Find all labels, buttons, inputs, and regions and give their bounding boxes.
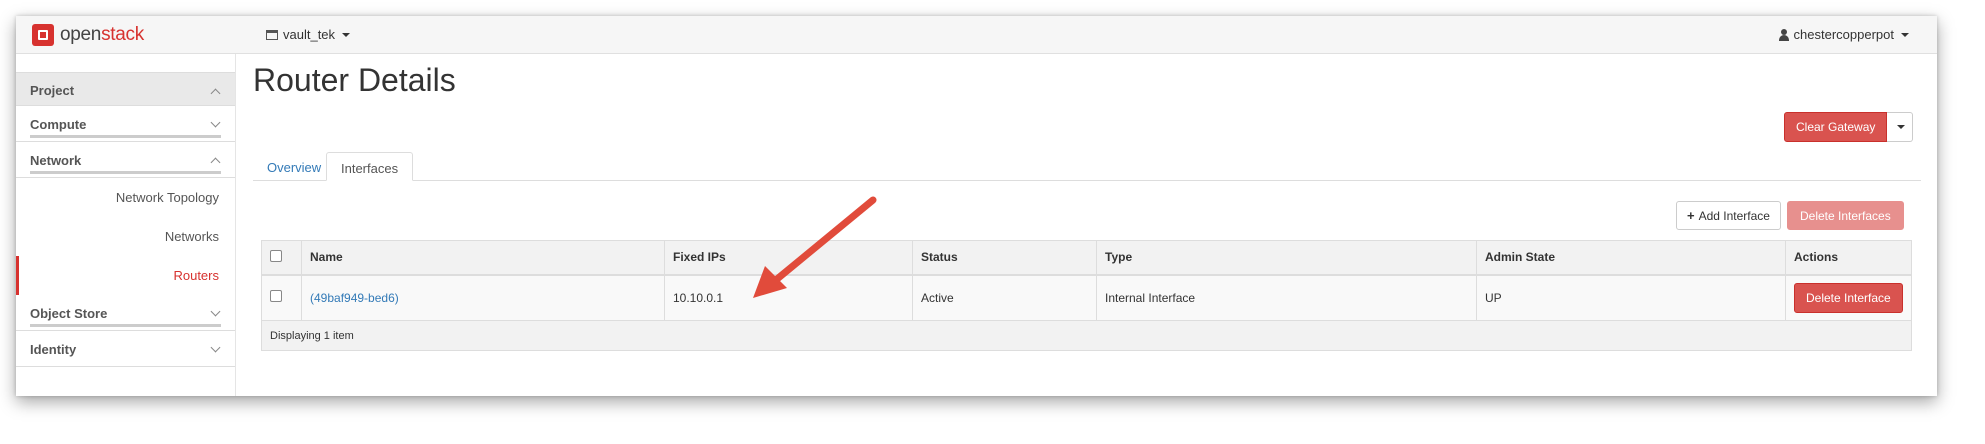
table-header-row: Name Fixed IPs Status Type Admin State A… [261, 240, 1912, 276]
cell-name: (49baf949-bed6) [301, 274, 665, 321]
cell-admin-state: UP [1476, 274, 1786, 321]
delete-interfaces-button[interactable]: Delete Interfaces [1787, 201, 1904, 230]
table-row: (49baf949-bed6) 10.10.0.1 Active Interna… [261, 274, 1912, 321]
user-icon [1778, 28, 1789, 41]
interface-name-link[interactable]: (49baf949-bed6) [310, 291, 399, 305]
select-all-checkbox[interactable] [270, 249, 282, 262]
cell-status: Active [912, 274, 1097, 321]
table-footer: Displaying 1 item [261, 320, 1912, 351]
sidebar-panel-network[interactable]: Network [16, 142, 235, 178]
column-header-name[interactable]: Name [301, 240, 665, 276]
table-footer-row: Displaying 1 item [261, 320, 1912, 351]
brand-logo[interactable]: openstack [32, 23, 144, 47]
brand-text: openstack [60, 24, 144, 45]
column-header-status[interactable]: Status [912, 240, 1097, 276]
chevron-down-icon [210, 117, 221, 128]
sidebar-item-network-topology[interactable]: Network Topology [16, 178, 235, 217]
user-dropdown[interactable]: chestercopperpot [1778, 27, 1909, 42]
user-name: chestercopperpot [1793, 27, 1894, 42]
add-interface-label: Add Interface [1698, 208, 1770, 223]
interfaces-table: Name Fixed IPs Status Type Admin State A… [261, 240, 1912, 351]
cell-type: Internal Interface [1096, 274, 1477, 321]
sidebar-panel-label: Object Store [30, 306, 108, 321]
sidebar-panel-label: Project [30, 83, 75, 98]
caret-down-icon [1896, 125, 1905, 129]
gateway-more-button[interactable] [1887, 112, 1914, 142]
browser-frame: openstack vault_tek chestercopperpot Pro… [16, 16, 1937, 396]
tab-interfaces[interactable]: Interfaces [326, 152, 414, 181]
row-select-cell [261, 274, 302, 321]
caret-down-icon [1901, 32, 1909, 37]
project-dropdown[interactable]: vault_tek [266, 27, 351, 42]
chevron-down-icon [210, 306, 221, 317]
panel-underline [30, 324, 221, 327]
column-header-type[interactable]: Type [1096, 240, 1477, 276]
chevron-up-icon [210, 157, 221, 168]
column-header-fixed-ips[interactable]: Fixed IPs [664, 240, 913, 276]
column-header-actions: Actions [1785, 240, 1912, 276]
column-header-admin-state[interactable]: Admin State [1476, 240, 1786, 276]
top-navbar: openstack vault_tek chestercopperpot [16, 16, 1937, 54]
sidebar-panel-label: Identity [30, 342, 77, 357]
cell-actions: Delete Interface [1785, 274, 1912, 321]
cell-fixed-ips: 10.10.0.1 [664, 274, 913, 321]
gateway-button-group: Clear Gateway [1784, 112, 1914, 142]
sidebar-item-routers[interactable]: Routers [16, 256, 235, 295]
chevron-up-icon [210, 88, 221, 99]
plus-icon: + [1687, 208, 1695, 223]
panel-underline [30, 135, 221, 138]
select-all-cell [261, 240, 302, 276]
page-title: Router Details [253, 62, 456, 98]
chevron-down-icon [210, 342, 221, 353]
sidebar-panel-label: Network [30, 153, 82, 168]
sidebar-panel-project[interactable]: Project [16, 72, 235, 106]
add-interface-button[interactable]: + Add Interface [1676, 201, 1781, 230]
delete-interface-button[interactable]: Delete Interface [1794, 282, 1903, 313]
sidebar-panel-identity[interactable]: Identity [16, 331, 235, 367]
sidebar-panel-object-store[interactable]: Object Store [16, 295, 235, 331]
row-checkbox[interactable] [270, 290, 282, 303]
tab-overview[interactable]: Overview [253, 152, 335, 181]
project-name: vault_tek [283, 27, 336, 42]
caret-down-icon [342, 32, 351, 37]
panel-underline [30, 171, 221, 174]
sidebar: Project Compute Network Network Topology… [16, 54, 236, 396]
sidebar-panel-compute[interactable]: Compute [16, 106, 235, 142]
project-icon [266, 29, 278, 40]
sidebar-item-networks[interactable]: Networks [16, 217, 235, 256]
detail-tabs: Overview Interfaces [253, 152, 1921, 181]
sidebar-panel-label: Compute [30, 117, 87, 132]
openstack-logo-icon [32, 24, 54, 46]
clear-gateway-button[interactable]: Clear Gateway [1784, 112, 1888, 142]
